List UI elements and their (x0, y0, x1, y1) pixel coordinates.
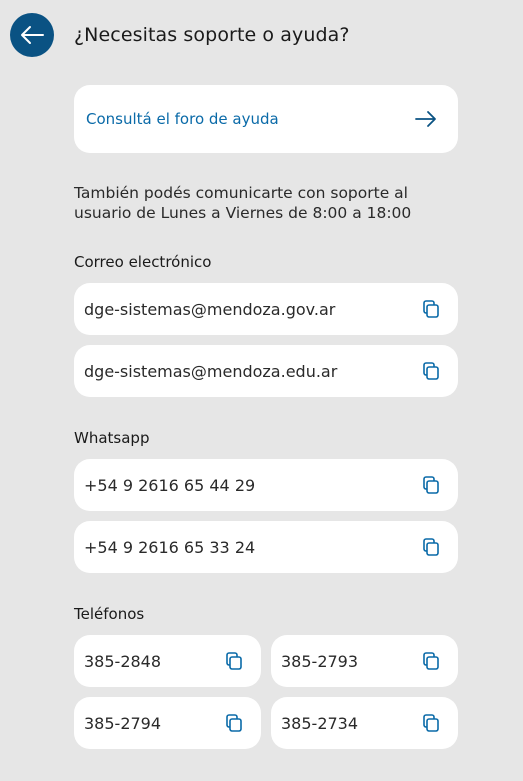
phones-section-title: Teléfonos (74, 605, 145, 623)
whatsapp-row: +54 9 2616 65 33 24 (74, 521, 458, 573)
phones-grid: 385-2848 385-2793 385-2794 385-2734 (74, 635, 458, 749)
email-row: dge-sistemas@mendoza.gov.ar (74, 283, 458, 335)
whatsapp-section-title: Whatsapp (74, 429, 150, 447)
phone-row: 385-2734 (271, 697, 458, 749)
copy-icon (226, 714, 242, 732)
copy-phone-button[interactable] (223, 712, 245, 734)
phone-value: 385-2734 (281, 713, 359, 733)
copy-icon (423, 476, 439, 494)
whatsapp-value: +54 9 2616 65 33 24 (84, 537, 256, 557)
phone-value: 385-2848 (84, 651, 162, 671)
phone-value: 385-2793 (281, 651, 359, 671)
copy-whatsapp-button[interactable] (420, 474, 442, 496)
help-forum-link[interactable]: Consultá el foro de ayuda (74, 85, 458, 153)
copy-icon (423, 362, 439, 380)
phone-row: 385-2793 (271, 635, 458, 687)
copy-icon (226, 652, 242, 670)
copy-whatsapp-button[interactable] (420, 536, 442, 558)
help-forum-label: Consultá el foro de ayuda (86, 110, 279, 128)
support-page: ¿Necesitas soporte o ayuda? Consultá el … (0, 0, 523, 781)
email-value: dge-sistemas@mendoza.gov.ar (84, 299, 336, 319)
copy-email-button[interactable] (420, 360, 442, 382)
support-content: Consultá el foro de ayuda También podés … (74, 85, 458, 749)
copy-phone-button[interactable] (223, 650, 245, 672)
arrow-left-icon (21, 26, 44, 44)
phone-row: 385-2794 (74, 697, 261, 749)
whatsapp-row: +54 9 2616 65 44 29 (74, 459, 458, 511)
arrow-right-icon (415, 111, 436, 127)
copy-icon (423, 714, 439, 732)
email-row: dge-sistemas@mendoza.edu.ar (74, 345, 458, 397)
copy-phone-button[interactable] (420, 650, 442, 672)
email-value: dge-sistemas@mendoza.edu.ar (84, 361, 338, 381)
page-title: ¿Necesitas soporte o ayuda? (74, 24, 350, 46)
copy-phone-button[interactable] (420, 712, 442, 734)
phone-value: 385-2794 (84, 713, 162, 733)
phone-row: 385-2848 (74, 635, 261, 687)
copy-icon (423, 300, 439, 318)
copy-email-button[interactable] (420, 298, 442, 320)
email-section-title: Correo electrónico (74, 253, 212, 271)
support-hours-text: También podés comunicarte con soporte al… (74, 184, 412, 222)
copy-icon (423, 538, 439, 556)
whatsapp-value: +54 9 2616 65 44 29 (84, 475, 256, 495)
copy-icon (423, 652, 439, 670)
back-button[interactable] (10, 13, 54, 57)
